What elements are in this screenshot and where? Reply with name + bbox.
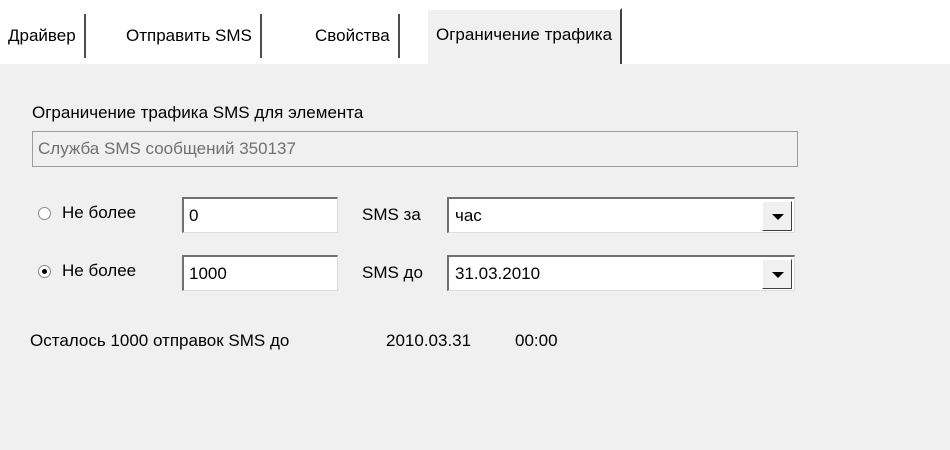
date-select[interactable]: 31.03.2010 <box>447 255 795 291</box>
limit-period-radio-label: Не более <box>62 203 137 222</box>
tab-driver[interactable]: Драйвер <box>0 14 86 58</box>
limit-period-radio[interactable] <box>38 207 51 220</box>
period-select-value: час <box>455 206 482 225</box>
tab-properties[interactable]: Свойства <box>307 14 400 58</box>
chevron-down-icon <box>772 272 784 278</box>
limit-date-count-input[interactable] <box>182 255 338 291</box>
limit-date-radio[interactable] <box>38 265 51 278</box>
period-select[interactable]: час <box>447 197 795 233</box>
tab-strip: Драйвер Отправить SMS Свойства Ограничен… <box>0 0 950 64</box>
panel-heading: Ограничение трафика SMS для элемента <box>32 103 364 122</box>
limit-date-radio-label: Не более <box>62 261 137 280</box>
chevron-down-icon <box>772 214 784 220</box>
limit-period-count-input[interactable] <box>182 197 338 233</box>
limit-date-unit-label: SMS до <box>362 263 423 282</box>
remaining-status-text: Осталось 1000 отправок SMS до <box>30 331 290 350</box>
tab-send-sms[interactable]: Отправить SMS <box>118 14 262 58</box>
traffic-limit-panel: Ограничение трафика SMS для элемента Не … <box>0 62 950 450</box>
remaining-status-date: 2010.03.31 <box>386 331 472 350</box>
date-select-dropdown-button[interactable] <box>762 259 792 289</box>
remaining-status-time: 00:00 <box>515 331 558 350</box>
limit-period-unit-label: SMS за <box>362 205 421 224</box>
element-name-field <box>32 131 798 167</box>
tab-traffic-limit[interactable]: Ограничение трафика <box>426 8 623 64</box>
period-select-dropdown-button[interactable] <box>762 201 792 231</box>
radio-selected-dot <box>42 269 47 274</box>
date-select-value: 31.03.2010 <box>455 264 541 283</box>
